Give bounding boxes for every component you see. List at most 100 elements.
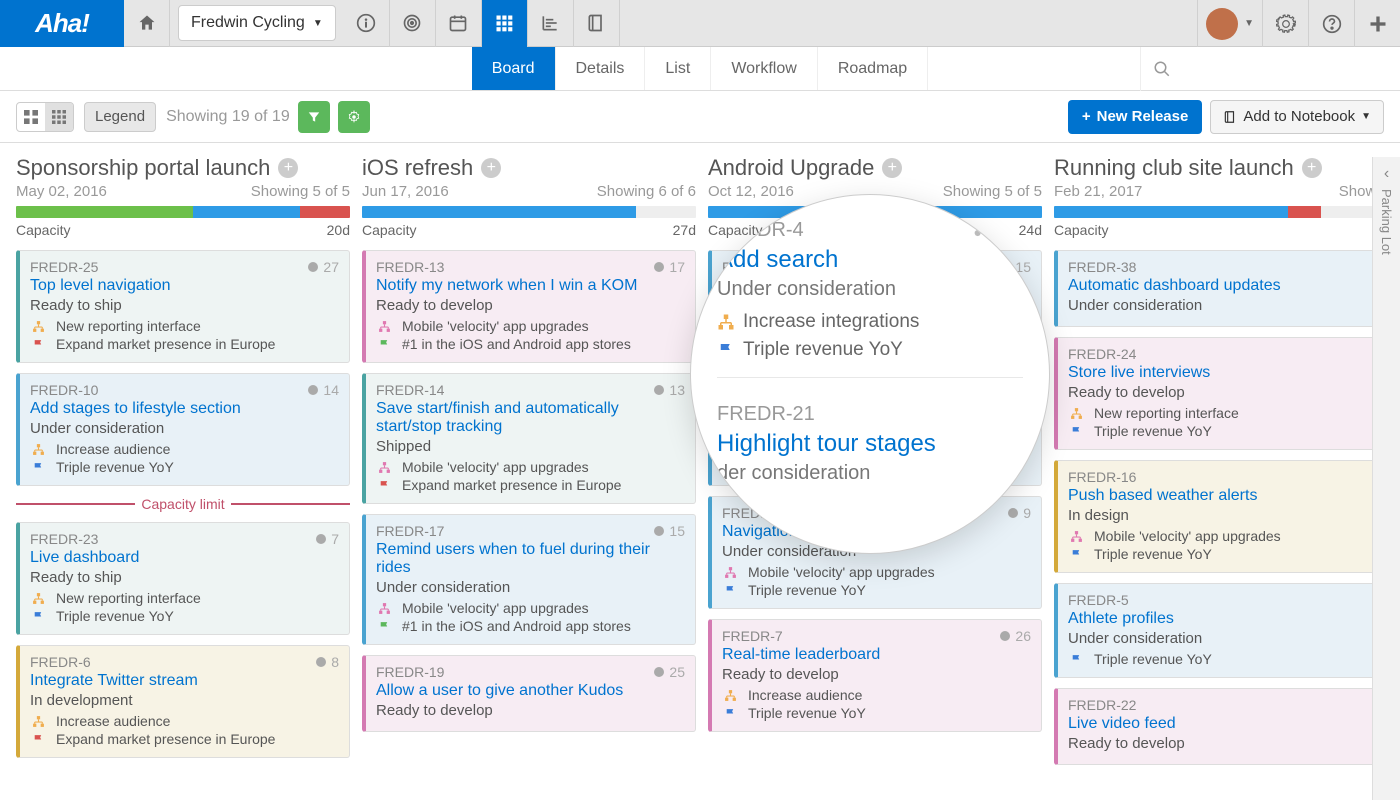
hierarchy-icon <box>30 715 46 728</box>
release-title[interactable]: Sponsorship portal launch <box>16 155 270 181</box>
flag-icon <box>30 733 46 746</box>
card-title[interactable]: Live video feed <box>1068 715 1377 733</box>
card-title[interactable]: Store live interviews <box>1068 364 1377 382</box>
tab-board[interactable]: Board <box>472 47 556 90</box>
card-count: 9 <box>1007 505 1031 521</box>
card-goal: Expand market presence in Europe <box>30 336 339 352</box>
card-status: Under consideration <box>30 420 339 437</box>
card-status: Ready to develop <box>1068 735 1377 752</box>
tab-list[interactable]: List <box>645 47 711 90</box>
feature-card[interactable]: 14FREDR-10Add stages to lifestyle sectio… <box>16 373 350 486</box>
gear-icon[interactable] <box>1262 0 1308 47</box>
feature-card[interactable]: 26FREDR-7Real-time leaderboardReady to d… <box>708 619 1042 732</box>
card-id: FREDR-13 <box>376 259 685 275</box>
add-icon[interactable] <box>1354 0 1400 47</box>
search-input[interactable] <box>1140 47 1400 91</box>
settings-button[interactable] <box>338 101 370 133</box>
feature-card[interactable]: 13FREDR-14Save start/finish and automati… <box>362 373 696 504</box>
flag-icon <box>30 610 46 623</box>
card-goal: New reporting interface <box>1068 405 1377 421</box>
card-status: In design <box>1068 507 1377 524</box>
hierarchy-icon <box>722 689 738 702</box>
card-title[interactable]: Add search <box>717 246 1023 274</box>
capacity-label: Capacity <box>16 222 70 238</box>
card-id: FREDR-6 <box>30 654 339 670</box>
add-feature-button[interactable]: + <box>278 158 298 178</box>
add-feature-button[interactable]: + <box>481 158 501 178</box>
capacity-label: Capacity <box>1054 222 1108 238</box>
feature-card[interactable]: 17FREDR-13 Notify my network when I win a… <box>362 250 696 363</box>
release-column: iOS refresh+Jun 17, 2016Showing 6 of 6Ca… <box>362 155 708 800</box>
card-count: 17 <box>653 259 685 275</box>
release-title[interactable]: Android Upgrade <box>708 155 874 181</box>
flag-icon <box>1068 425 1084 438</box>
card-title[interactable]: Push based weather alerts <box>1068 487 1377 505</box>
user-menu[interactable]: ▼ <box>1197 0 1262 47</box>
card-title[interactable]: Live dashboard <box>30 549 339 567</box>
feature-card[interactable]: FREDR-16Push based weather alertsIn desi… <box>1054 460 1388 573</box>
book-icon[interactable] <box>574 0 620 47</box>
home-icon[interactable] <box>124 0 170 47</box>
feature-card[interactable]: 15FREDR-17Remind users when to fuel duri… <box>362 514 696 645</box>
card-title[interactable]: Allow a user to give another Kudos <box>376 682 685 700</box>
release-date: Oct 12, 2016 <box>708 183 794 200</box>
card-title[interactable]: Top level navigation <box>30 277 339 295</box>
view-small-icon[interactable] <box>45 103 73 131</box>
card-title[interactable]: Add stages to lifestyle section <box>30 400 339 418</box>
add-feature-button[interactable]: + <box>882 158 902 178</box>
board-icon[interactable] <box>482 0 528 47</box>
calendar-icon[interactable] <box>436 0 482 47</box>
flag-icon <box>376 479 392 492</box>
card-title[interactable]: Highlight tour stages <box>717 430 1023 458</box>
card-id: FREDR-10 <box>30 382 339 398</box>
flag-icon <box>1068 653 1084 666</box>
tab-roadmap[interactable]: Roadmap <box>818 47 928 90</box>
card-count: ● 15 <box>973 221 1007 242</box>
feature-card[interactable]: FREDR-38Automatic dashboard updatesUnder… <box>1054 250 1388 327</box>
feature-card[interactable]: FREDR-22Live video feedReady to develop <box>1054 688 1388 765</box>
brand-logo[interactable]: Aha! <box>0 0 124 47</box>
info-icon[interactable] <box>344 0 390 47</box>
card-title[interactable]: Athlete profiles <box>1068 610 1377 628</box>
feature-card[interactable]: FREDR-24Store live interviewsReady to de… <box>1054 337 1388 450</box>
card-status: Under consideration <box>1068 297 1377 314</box>
legend-button[interactable]: Legend <box>84 102 156 132</box>
add-notebook-button[interactable]: Add to Notebook ▼ <box>1210 100 1384 134</box>
card-goal: Mobile 'velocity' app upgrades <box>376 318 685 334</box>
tab-details[interactable]: Details <box>556 47 646 90</box>
help-icon[interactable] <box>1308 0 1354 47</box>
feature-card[interactable]: 8FREDR-6Integrate Twitter streamIn devel… <box>16 645 350 758</box>
tab-workflow[interactable]: Workflow <box>711 47 818 90</box>
new-release-button[interactable]: + New Release <box>1068 100 1203 134</box>
target-icon[interactable] <box>390 0 436 47</box>
feature-card[interactable]: 27FREDR-25Top level navigationReady to s… <box>16 250 350 363</box>
release-column: Sponsorship portal launch+May 02, 2016Sh… <box>16 155 362 800</box>
filter-button[interactable] <box>298 101 330 133</box>
release-title[interactable]: iOS refresh <box>362 155 473 181</box>
card-title[interactable]: Real-time leaderboard <box>722 646 1031 664</box>
card-goal: Triple revenue YoY <box>717 339 1023 361</box>
card-status: Ready to ship <box>30 297 339 314</box>
chart-icon[interactable] <box>528 0 574 47</box>
caret-down-icon: ▼ <box>1361 111 1371 122</box>
card-title[interactable]: Save start/finish and automatically star… <box>376 400 685 436</box>
card-goal: Mobile 'velocity' app upgrades <box>722 564 1031 580</box>
card-id: FREDR-25 <box>30 259 339 275</box>
card-goal: Triple revenue YoY <box>1068 423 1377 439</box>
card-goal: Triple revenue YoY <box>722 582 1031 598</box>
card-goal: Mobile 'velocity' app upgrades <box>1068 528 1377 544</box>
release-title[interactable]: Running club site launch <box>1054 155 1294 181</box>
card-title[interactable]: Notify my network when I win a KOM <box>376 277 685 295</box>
parking-lot-tab[interactable]: ‹ Parking Lot <box>1372 157 1400 800</box>
card-title[interactable]: Integrate Twitter stream <box>30 672 339 690</box>
view-large-icon[interactable] <box>17 103 45 131</box>
card-goal: Triple revenue YoY <box>722 705 1031 721</box>
card-title[interactable]: Remind users when to fuel during their r… <box>376 541 685 577</box>
product-selector[interactable]: Fredwin Cycling ▼ <box>178 5 336 41</box>
card-status: Ready to develop <box>376 702 685 719</box>
feature-card[interactable]: 7FREDR-23Live dashboardReady to shipNew … <box>16 522 350 635</box>
feature-card[interactable]: FREDR-5Athlete profilesUnder considerati… <box>1054 583 1388 678</box>
card-title[interactable]: Automatic dashboard updates <box>1068 277 1377 295</box>
add-feature-button[interactable]: + <box>1302 158 1322 178</box>
feature-card[interactable]: 25FREDR-19Allow a user to give another K… <box>362 655 696 732</box>
